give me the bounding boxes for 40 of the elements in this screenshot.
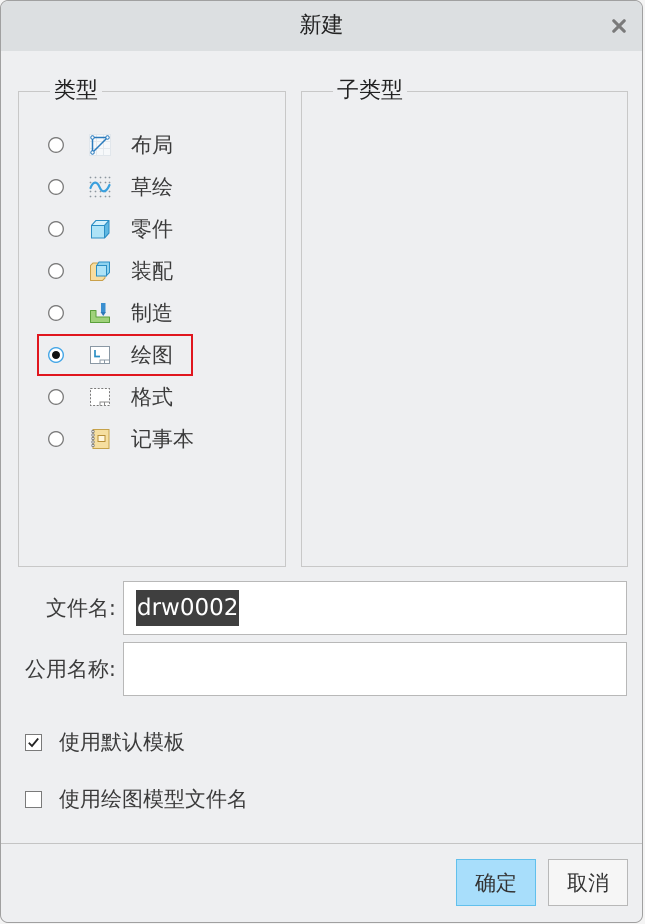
- type-option[interactable]: 绘图: [37, 334, 193, 376]
- triangle-grid-icon: [89, 134, 111, 156]
- group-title: 子类型: [336, 79, 404, 103]
- checkbox[interactable]: [25, 734, 42, 750]
- type-option[interactable]: 格式: [37, 376, 193, 418]
- option-label: 使用绘图模型文件名: [59, 786, 248, 813]
- confirm-button[interactable]: 确定: [456, 859, 536, 906]
- radio-button[interactable]: [48, 137, 64, 153]
- option-label: 使用默认模板: [59, 729, 185, 756]
- field-label: 文件名:: [46, 595, 116, 622]
- close-icon: [612, 19, 626, 33]
- radio-button[interactable]: [48, 221, 64, 237]
- radio-button[interactable]: [48, 179, 64, 195]
- cube-icon: [89, 218, 111, 240]
- type-option[interactable]: 草绘: [37, 166, 193, 208]
- type-option[interactable]: 布局: [37, 124, 193, 166]
- notebook-icon: [89, 428, 111, 450]
- radio-button[interactable]: [48, 347, 64, 363]
- cancel-button[interactable]: 取消: [548, 859, 628, 906]
- arrow-corner-icon: [89, 302, 111, 324]
- checkbox[interactable]: [25, 790, 42, 808]
- group-title: 类型: [53, 79, 99, 103]
- wave-icon: [89, 176, 111, 198]
- radio-button[interactable]: [48, 431, 64, 447]
- dashed-frame-icon: [89, 386, 111, 408]
- close-button[interactable]: [612, 19, 626, 33]
- window-title: 新建: [300, 13, 344, 39]
- radio-button[interactable]: [48, 263, 64, 279]
- field-value: drw0002: [136, 590, 240, 626]
- text-field[interactable]: [123, 642, 627, 696]
- text-field[interactable]: drw0002: [123, 581, 627, 635]
- type-option[interactable]: 记事本: [37, 418, 196, 460]
- type-option[interactable]: 零件: [37, 208, 193, 250]
- radio-button[interactable]: [48, 305, 64, 321]
- radio-button[interactable]: [48, 389, 64, 405]
- drawing-sheet-icon: [89, 344, 111, 366]
- stacked-cubes-icon: [89, 260, 111, 282]
- type-option[interactable]: 制造: [37, 292, 193, 334]
- field-label: 公用名称:: [24, 656, 116, 683]
- type-option[interactable]: 装配: [37, 250, 193, 292]
